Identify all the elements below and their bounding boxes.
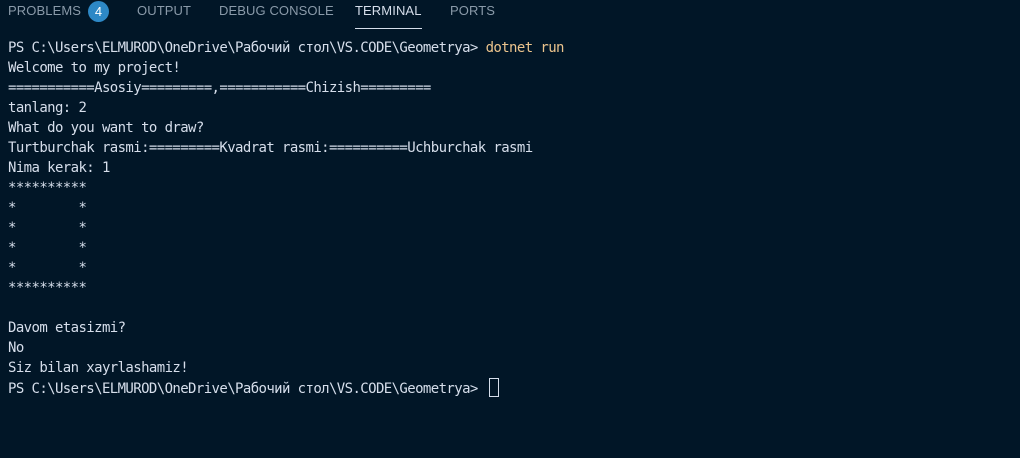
terminal-prompt: PS C:\Users\ELMUROD\OneDrive\Рабочий сто…: [8, 381, 486, 397]
terminal-line: ===========Asosiy=========,===========Ch…: [8, 80, 431, 96]
terminal-line: No: [8, 340, 24, 356]
terminal-line: Davom etasizmi?: [8, 320, 126, 336]
tab-problems-label: PROBLEMS: [8, 3, 82, 18]
terminal-line: Nima kerak: 1: [8, 160, 110, 176]
tab-terminal-label: TERMINAL: [355, 3, 422, 18]
tab-problems[interactable]: PROBLEMS: [8, 0, 81, 30]
terminal-line: What do you want to draw?: [8, 120, 204, 136]
tab-debug-console-label: DEBUG CONSOLE: [219, 3, 334, 18]
terminal-command: dotnet run: [485, 40, 565, 56]
terminal-line: **********: [8, 280, 87, 296]
terminal-prompt: PS C:\Users\ELMUROD\OneDrive\Рабочий сто…: [8, 40, 486, 56]
terminal-line: * *: [8, 220, 87, 236]
terminal-line: * *: [8, 200, 87, 216]
terminal-panel: PROBLEMS 4 OUTPUT DEBUG CONSOLE TERMINAL…: [0, 0, 1020, 458]
tab-ports-label: PORTS: [450, 3, 496, 18]
terminal-line: * *: [8, 260, 87, 276]
terminal-command-line: PS C:\Users\ELMUROD\OneDrive\Рабочий сто…: [8, 38, 564, 58]
tab-output-label: OUTPUT: [137, 3, 192, 18]
tab-output[interactable]: OUTPUT: [137, 0, 191, 30]
problems-count-badge: 4: [88, 1, 109, 22]
tab-ports[interactable]: PORTS: [450, 0, 495, 30]
terminal-line: Welcome to my project!: [8, 60, 181, 76]
active-tab-indicator: [355, 28, 422, 29]
terminal-prompt-line: PS C:\Users\ELMUROD\OneDrive\Рабочий сто…: [8, 378, 499, 398]
tab-debug-console[interactable]: DEBUG CONSOLE: [219, 0, 334, 30]
terminal-line: **********: [8, 180, 87, 196]
panel-tab-bar: PROBLEMS 4 OUTPUT DEBUG CONSOLE TERMINAL…: [0, 0, 1020, 30]
terminal-line: tanlang: 2: [8, 100, 87, 116]
terminal-line: Siz bilan xayrlashamiz!: [8, 360, 189, 376]
terminal-cursor: [488, 378, 499, 397]
terminal-line: * *: [8, 240, 87, 256]
terminal-line: Turtburchak rasmi:=========Kvadrat rasmi…: [8, 140, 533, 156]
terminal-output[interactable]: PS C:\Users\ELMUROD\OneDrive\Рабочий сто…: [8, 38, 1012, 438]
tab-terminal[interactable]: TERMINAL: [355, 0, 422, 30]
